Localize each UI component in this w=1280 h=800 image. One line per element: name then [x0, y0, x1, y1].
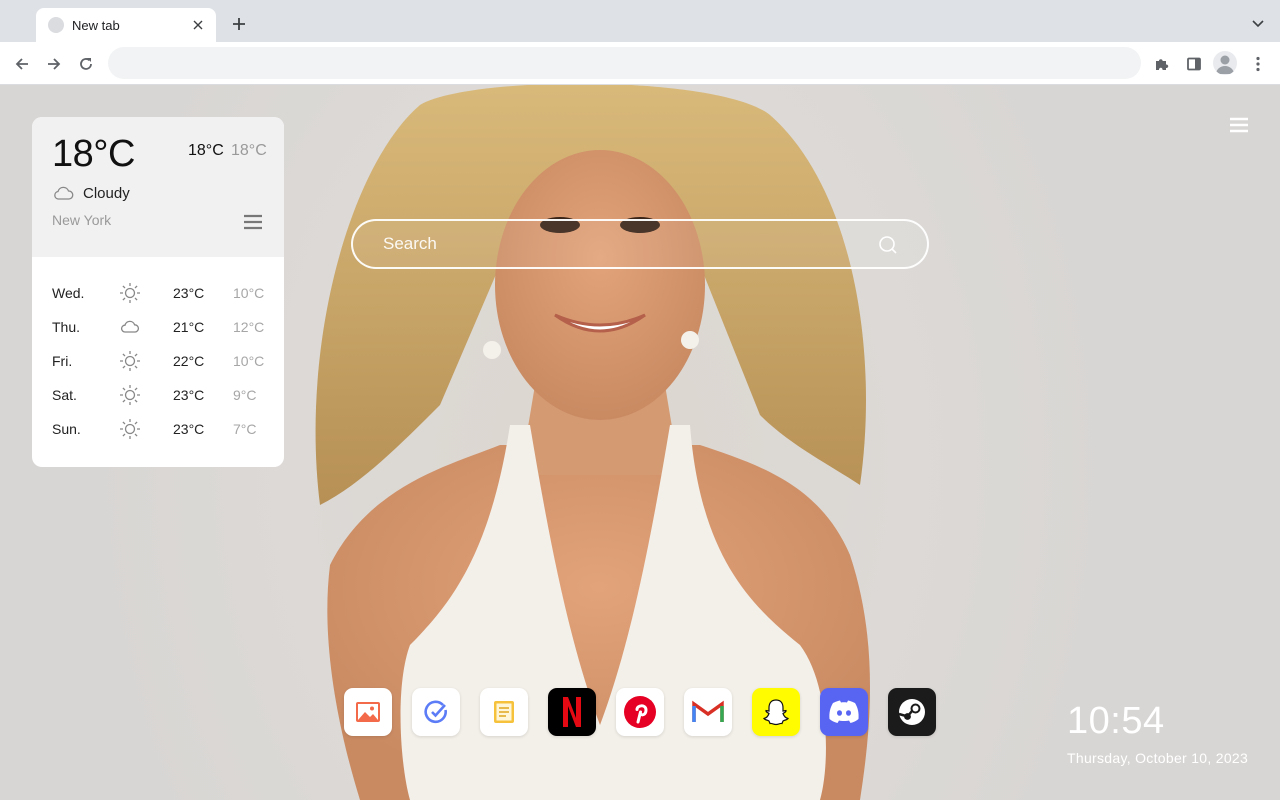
- forecast-low: 7°C: [233, 421, 257, 437]
- browser-menu-button[interactable]: [1245, 51, 1271, 77]
- check-circle-icon: [424, 700, 447, 724]
- forecast-low: 10°C: [233, 285, 265, 301]
- close-tab-button[interactable]: [190, 17, 206, 33]
- dock-notes[interactable]: [480, 688, 528, 736]
- snapchat-icon: [763, 699, 789, 726]
- netflix-icon: [563, 697, 581, 727]
- cloud-icon: [121, 320, 140, 333]
- tab-strip: New tab: [0, 0, 1280, 42]
- sun-icon: [120, 351, 140, 371]
- sun-icon: [120, 283, 140, 303]
- forward-button[interactable]: [41, 51, 67, 77]
- sun-icon: [120, 419, 140, 439]
- new-tab-button[interactable]: [228, 13, 250, 35]
- hamburger-menu-icon[interactable]: [1229, 117, 1249, 133]
- weather-condition: Cloudy: [83, 185, 130, 202]
- forecast-high: 21°C: [173, 319, 205, 335]
- forecast-row: Sat. 23°C 9°C: [32, 378, 284, 412]
- kebab-menu-icon: [1256, 56, 1260, 72]
- forecast-low: 12°C: [233, 319, 265, 335]
- favicon-icon: [48, 17, 64, 33]
- new-tab-page: 18°C 18°C 18°C Cloudy New York Wed. 23°C…: [0, 85, 1280, 800]
- tab-title: New tab: [72, 17, 120, 33]
- address-bar[interactable]: [108, 47, 1141, 79]
- reload-button[interactable]: [73, 51, 99, 77]
- sun-icon: [120, 385, 140, 405]
- dock-pinterest[interactable]: [616, 688, 664, 736]
- arrow-right-icon: [48, 58, 61, 70]
- dock-gmail[interactable]: [684, 688, 732, 736]
- person-icon: [1216, 55, 1234, 74]
- forecast-low: 10°C: [233, 353, 265, 369]
- tab-search-button[interactable]: [1248, 14, 1268, 34]
- search-icon[interactable]: [878, 235, 898, 255]
- forecast-day: Fri.: [52, 353, 73, 369]
- chevron-down-icon: [1252, 20, 1264, 28]
- puzzle-icon: [1156, 59, 1169, 70]
- dock-discord[interactable]: [820, 688, 868, 736]
- browser-toolbar: [0, 42, 1280, 85]
- tab-new-tab[interactable]: New tab: [36, 8, 216, 42]
- reload-icon: [80, 58, 92, 70]
- steam-icon: [898, 699, 925, 725]
- weather-menu-icon[interactable]: [243, 214, 263, 230]
- side-panel-button[interactable]: [1181, 51, 1207, 77]
- forecast-day: Wed.: [52, 285, 85, 301]
- forecast-row: Thu. 21°C 12°C: [32, 310, 284, 344]
- current-temperature: 18°C: [52, 133, 135, 175]
- clock-date: Thursday, October 10, 2023: [1067, 750, 1249, 766]
- today-low: 18°C: [231, 142, 267, 159]
- forecast-high: 23°C: [173, 421, 205, 437]
- forecast-row: Wed. 23°C 10°C: [32, 276, 284, 310]
- forecast-row: Fri. 22°C 10°C: [32, 344, 284, 378]
- forecast-day: Sun.: [52, 421, 81, 437]
- forecast-high: 23°C: [173, 285, 205, 301]
- clock-time: 10:54: [1067, 700, 1165, 742]
- search-bar: [351, 219, 929, 269]
- close-icon: [193, 20, 203, 30]
- forecast-row: Sun. 23°C 7°C: [32, 412, 284, 446]
- extensions-button[interactable]: [1149, 51, 1175, 77]
- forecast-high: 23°C: [173, 387, 205, 403]
- photo-icon: [356, 702, 380, 722]
- gmail-icon: [692, 700, 724, 722]
- dock-tasks[interactable]: [412, 688, 460, 736]
- dock-photos[interactable]: [344, 688, 392, 736]
- forecast-day: Thu.: [52, 319, 81, 335]
- today-high: 18°C: [188, 142, 224, 159]
- forecast-low: 9°C: [233, 387, 257, 403]
- dock-steam[interactable]: [888, 688, 936, 736]
- weather-current: 18°C 18°C 18°C Cloudy New York: [32, 117, 284, 257]
- discord-icon: [829, 700, 859, 723]
- pinterest-icon: [624, 696, 656, 728]
- dock-snapchat[interactable]: [752, 688, 800, 736]
- note-icon: [494, 701, 514, 723]
- dock-netflix[interactable]: [548, 688, 596, 736]
- plus-icon: [233, 18, 245, 30]
- side-panel-icon: [1187, 57, 1201, 71]
- arrow-left-icon: [15, 58, 28, 70]
- forecast-high: 22°C: [173, 353, 205, 369]
- weather-widget: 18°C 18°C 18°C Cloudy New York Wed. 23°C…: [32, 117, 284, 467]
- cloud-icon: [54, 186, 74, 200]
- forecast-day: Sat.: [52, 387, 77, 403]
- weather-city: New York: [52, 212, 112, 228]
- profile-avatar[interactable]: [1213, 51, 1237, 75]
- search-input[interactable]: [383, 221, 863, 267]
- back-button[interactable]: [9, 51, 35, 77]
